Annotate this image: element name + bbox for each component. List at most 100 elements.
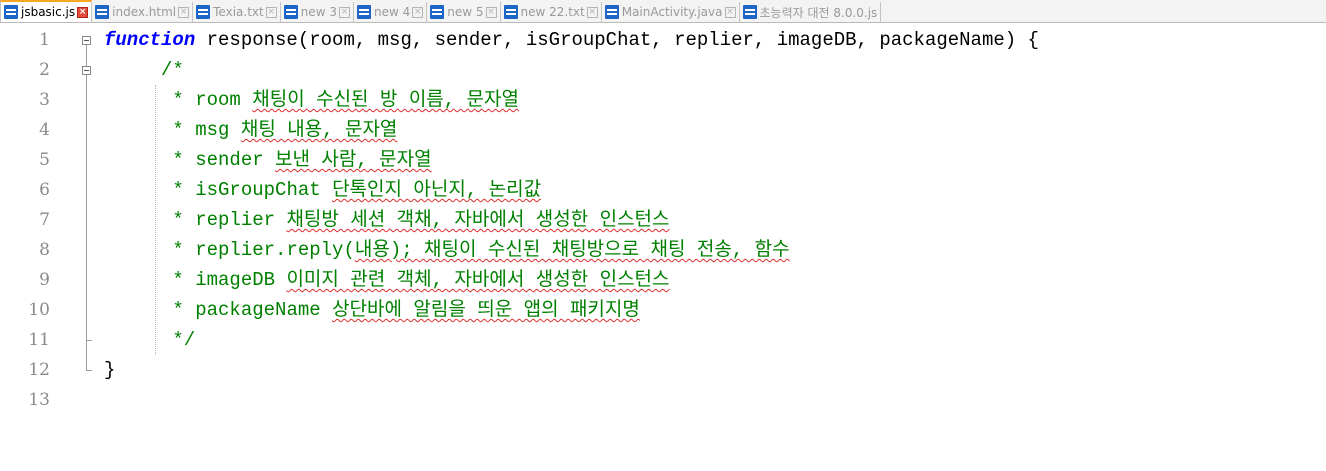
- tab-label: index.html: [112, 5, 177, 19]
- close-icon[interactable]: ×: [724, 6, 736, 18]
- code-text: * packageName 상단바에 알림을 띄운 앱의 패키지명: [104, 295, 640, 325]
- fold-line: [86, 45, 87, 66]
- close-icon[interactable]: ×: [586, 6, 598, 18]
- comment-korean-text: 채팅 내용, 문자열: [240, 119, 398, 141]
- comment-token: /*: [161, 59, 184, 81]
- file-icon: [283, 5, 298, 19]
- code-text: * replier 채팅방 세션 객채, 자바에서 생성한 인스턴스: [104, 205, 670, 235]
- fold-end-marker: [86, 340, 92, 341]
- file-icon: [196, 5, 211, 19]
- code-line: 3 * room 채팅이 수신된 방 이름, 문자열: [0, 85, 1326, 115]
- code-line: 6 * isGroupChat 단톡인지 아닌지, 논리값: [0, 175, 1326, 205]
- code-line: 4 * msg 채팅 내용, 문자열: [0, 115, 1326, 145]
- line-number: 13: [28, 390, 50, 410]
- fold-end-marker: [86, 370, 92, 371]
- keyword-token: function: [104, 29, 196, 51]
- code-line: 5 * sender 보낸 사람, 문자열: [0, 145, 1326, 175]
- tab-bar: jsbasic.js × index.html × Texia.txt × new 3 × ne…: [0, 0, 1326, 23]
- tab-3[interactable]: new 3 ×: [280, 2, 354, 22]
- file-icon: [95, 5, 110, 19]
- tab-6[interactable]: new 22.txt ×: [500, 2, 602, 22]
- close-icon[interactable]: ×: [265, 6, 277, 18]
- comment-korean-text: 이미지 관련 객체, 자바에서 생성한 인스턴스: [286, 269, 670, 291]
- code-text: /*: [104, 55, 184, 85]
- tab-4[interactable]: new 4 ×: [353, 2, 428, 22]
- line-number: 6: [39, 180, 50, 200]
- comment-token: * room: [172, 89, 253, 111]
- line-number: 3: [39, 90, 50, 110]
- comment-token: */: [172, 329, 196, 351]
- code-text: function response(room, msg, sender, isG…: [104, 25, 1039, 55]
- line-number: 10: [28, 300, 50, 320]
- comment-korean-text: 보낸 사람, 문자열: [275, 149, 432, 171]
- code-line: 10 * packageName 상단바에 알림을 띄운 앱의 패키지명: [0, 295, 1326, 325]
- comment-korean-text: 단톡인지 아닌지, 논리값: [332, 179, 542, 201]
- code-text: */: [104, 325, 195, 355]
- code-line: 1 function response(room, msg, sender, is…: [0, 25, 1326, 55]
- line-number: 12: [28, 360, 50, 380]
- tab-1[interactable]: index.html ×: [92, 2, 194, 22]
- tab-label: new 22.txt: [520, 5, 585, 19]
- code-token: response(room, msg, sender, isGroupChat,…: [195, 29, 1039, 51]
- code-line: 9 * imageDB 이미지 관련 객체, 자바에서 생성한 인스턴스: [0, 265, 1326, 295]
- tab-7[interactable]: MainActivity.java ×: [601, 2, 740, 22]
- comment-token: * imageDB: [172, 269, 287, 291]
- code-line: 12}: [0, 355, 1326, 385]
- comment-token: * replier.reply(: [172, 239, 355, 261]
- tab-8[interactable]: 초능력자 대전 8.0.0.js: [739, 2, 882, 22]
- tab-label: new 5: [447, 5, 484, 19]
- comment-token: * isGroupChat: [172, 179, 333, 201]
- fold-toggle-icon[interactable]: [82, 66, 91, 75]
- code-text: * sender 보낸 사람, 문자열: [104, 145, 432, 175]
- code-text: }: [104, 355, 115, 385]
- code-line: 8 * replier.reply(내용); 채팅이 수신된 채팅방으로 채팅 …: [0, 235, 1326, 265]
- line-number: 5: [39, 150, 50, 170]
- code-text: * room 채팅이 수신된 방 이름, 문자열: [104, 85, 519, 115]
- tab-2[interactable]: Texia.txt ×: [193, 2, 281, 22]
- tab-label: jsbasic.js: [21, 5, 76, 19]
- tab-0[interactable]: jsbasic.js ×: [0, 0, 93, 22]
- file-icon: [356, 5, 371, 19]
- line-number: 11: [28, 330, 50, 350]
- close-icon[interactable]: ×: [338, 6, 350, 18]
- comment-korean-text: 내용); 채팅이 수신된 채팅방으로 채팅 전송, 함수: [354, 239, 790, 261]
- file-icon: [430, 5, 445, 19]
- line-number: 2: [39, 60, 50, 80]
- code-editor[interactable]: 1 function response(room, msg, sender, is…: [0, 23, 1326, 471]
- code-line: 13: [0, 385, 1326, 415]
- comment-korean-text: 상단바에 알림을 띄운 앱의 패키지명: [332, 299, 640, 321]
- file-icon: [604, 5, 619, 19]
- close-icon[interactable]: ×: [77, 6, 89, 18]
- tab-label: new 3: [300, 5, 337, 19]
- code-text: * msg 채팅 내용, 문자열: [104, 115, 397, 145]
- comment-token: * sender: [172, 149, 276, 171]
- comment-token: * packageName: [172, 299, 333, 321]
- line-number: 9: [39, 270, 50, 290]
- close-icon[interactable]: ×: [412, 6, 424, 18]
- tab-label: new 4: [373, 5, 411, 19]
- line-number: 7: [39, 210, 50, 230]
- tab-label: 초능력자 대전 8.0.0.js: [759, 5, 878, 20]
- tab-5[interactable]: new 5 ×: [427, 2, 501, 22]
- file-icon: [503, 5, 518, 19]
- comment-token: * replier: [172, 209, 287, 231]
- comment-token: * msg: [172, 119, 241, 141]
- line-number: 4: [39, 120, 50, 140]
- tab-label: Texia.txt: [213, 5, 264, 19]
- line-number: 8: [39, 240, 50, 260]
- close-icon[interactable]: ×: [178, 6, 190, 18]
- comment-korean-text: 채팅이 수신된 방 이름, 문자열: [252, 89, 520, 111]
- code-line: 7 * replier 채팅방 세션 객채, 자바에서 생성한 인스턴스: [0, 205, 1326, 235]
- fold-toggle-icon[interactable]: [82, 36, 91, 45]
- close-icon[interactable]: ×: [485, 6, 497, 18]
- code-line: 11 */: [0, 325, 1326, 355]
- fold-line: [86, 75, 87, 370]
- code-text: * replier.reply(내용); 채팅이 수신된 채팅방으로 채팅 전송…: [104, 235, 790, 265]
- code-text: * isGroupChat 단톡인지 아닌지, 논리값: [104, 175, 541, 205]
- comment-korean-text: 채팅방 세션 객채, 자바에서 생성한 인스턴스: [286, 209, 670, 231]
- code-token: }: [104, 359, 116, 381]
- code-line: 2 /*: [0, 55, 1326, 85]
- indent-guide: [155, 85, 156, 355]
- code-text: * imageDB 이미지 관련 객체, 자바에서 생성한 인스턴스: [104, 265, 670, 295]
- file-icon: [4, 5, 18, 19]
